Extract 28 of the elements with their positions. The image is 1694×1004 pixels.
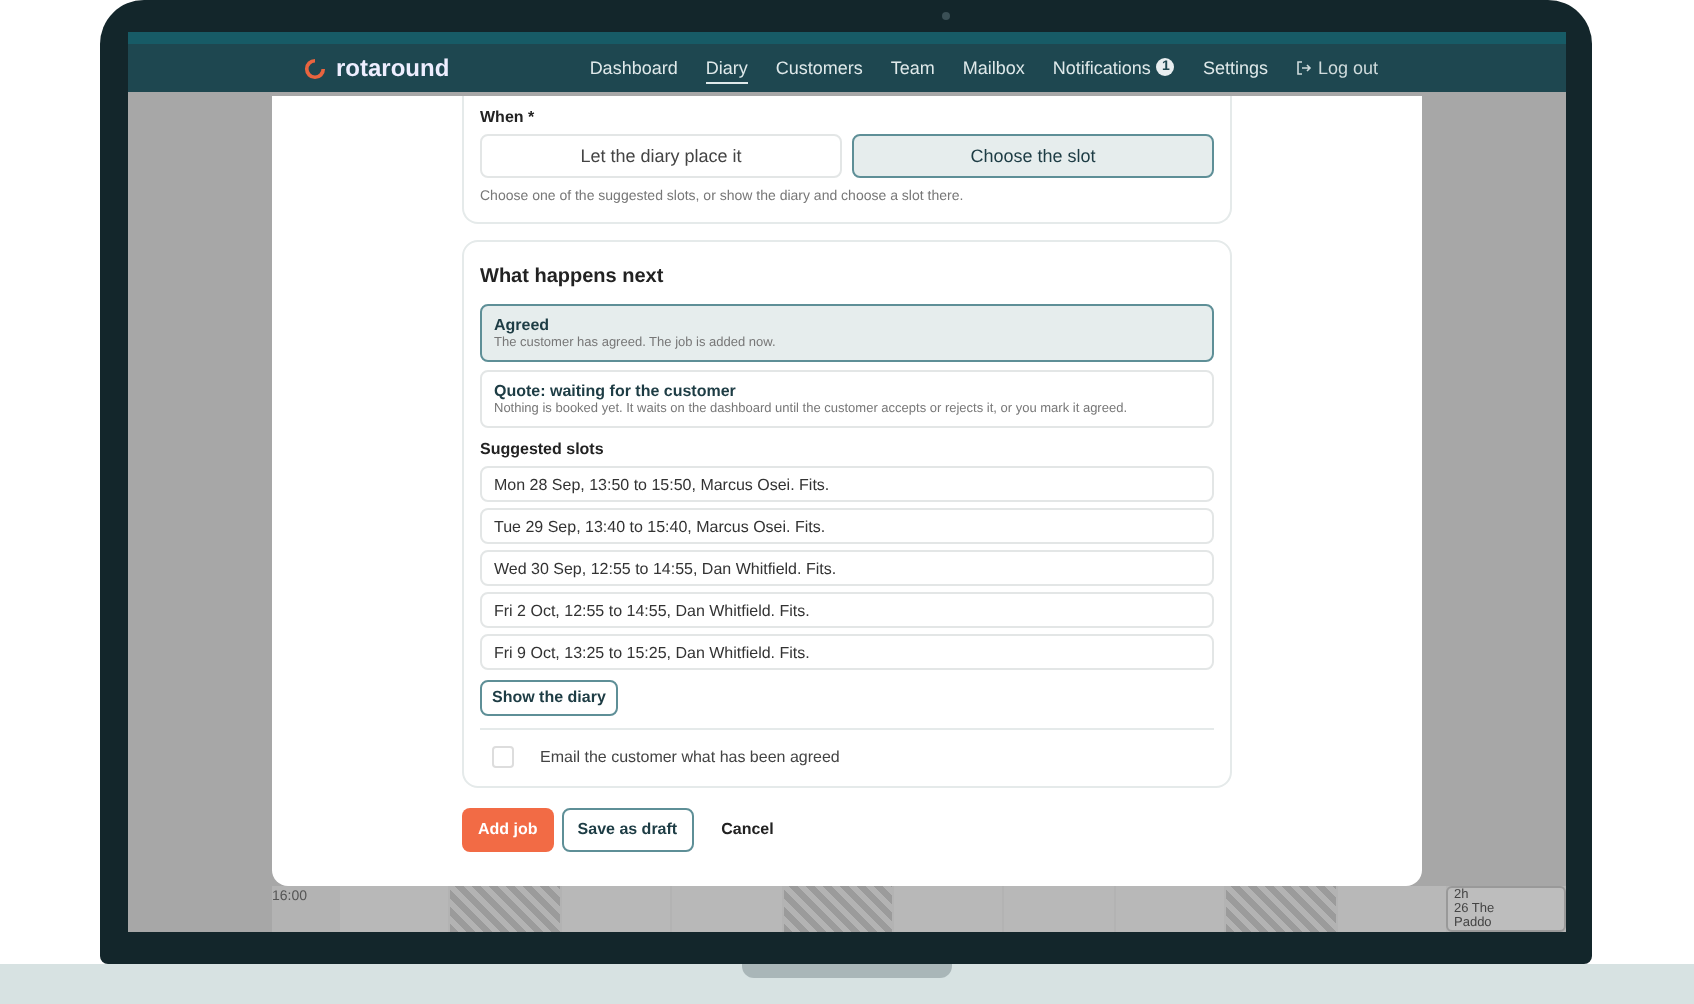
slot-option[interactable]: Wed 30 Sep, 12:55 to 14:55, Dan Whitfield. Fits. [480,550,1214,586]
nav-link[interactable]: Team [890,53,935,83]
show-diary-button[interactable]: Show the diary [480,679,618,715]
slot-option[interactable]: Fri 2 Oct, 12:55 to 14:55, Dan Whitfield. Fits. [480,592,1214,628]
nav-link[interactable]: Diary [705,53,748,83]
field-label: When * [480,108,537,126]
logout-link[interactable]: Log out [1295,53,1378,83]
nav-link[interactable]: Dashboard [589,53,678,83]
checkbox-label: Email the customer what has been agreed [540,747,840,765]
nav-link[interactable]: Mailbox [962,53,1025,83]
segment-option[interactable]: Choose the slot [852,134,1214,178]
save-draft-button[interactable]: Save as draft [561,807,694,851]
logo-icon [304,57,326,79]
section-title: What happens next [480,266,666,288]
nav-link[interactable]: Settings [1202,53,1268,83]
brand-name: rotaround [336,54,450,82]
cancel-button[interactable]: Cancel [701,807,794,851]
logout-icon [1295,59,1312,75]
segment-option[interactable]: Let the diary place it [480,134,842,178]
field-label: Suggested slots [480,440,606,458]
slot-option[interactable]: Fri 9 Oct, 13:25 to 15:25, Dan Whitfield. Fits. [480,634,1214,670]
blocked-time-column [1226,886,1336,932]
slot-option[interactable]: Mon 28 Sep, 13:50 to 15:50, Marcus Osei. Fits. [480,466,1214,502]
blocked-time-column [450,886,560,932]
nav-link[interactable]: Customers [775,53,863,83]
checkbox[interactable] [492,745,514,767]
blocked-time-column [783,886,892,932]
slot-option[interactable]: Tue 29 Sep, 13:40 to 15:40, Marcus Osei. Fits. [480,508,1214,544]
